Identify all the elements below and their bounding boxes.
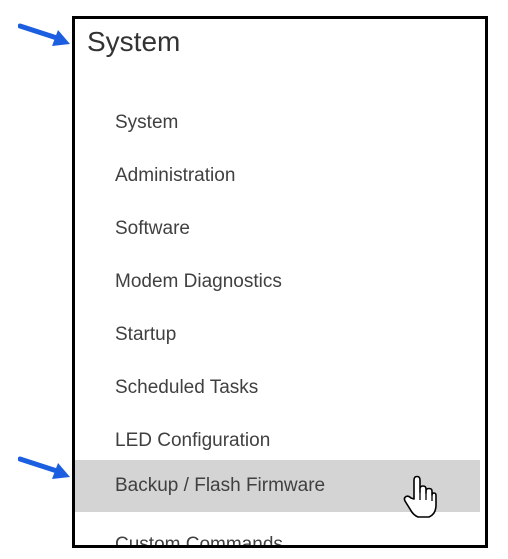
- blue-arrow-icon: [18, 23, 70, 46]
- menu-header[interactable]: System: [87, 26, 180, 58]
- stage: System System Administration Software Mo…: [0, 0, 508, 559]
- menu-item-label: Startup: [115, 324, 177, 345]
- menu-item-label: Scheduled Tasks: [115, 377, 259, 398]
- menu-item-system[interactable]: System: [75, 97, 480, 149]
- menu-item-label: Software: [115, 218, 190, 239]
- blue-arrow-icon: [18, 456, 70, 479]
- menu-item-label: System: [115, 112, 179, 133]
- menu-item-label: Modem Diagnostics: [115, 271, 282, 292]
- menu-item-modem-diagnostics[interactable]: Modem Diagnostics: [75, 256, 480, 308]
- system-menu: System System Administration Software Mo…: [72, 16, 488, 548]
- menu-item-custom-commands[interactable]: Custom Commands: [75, 519, 480, 548]
- menu-item-label: Custom Commands: [115, 534, 283, 548]
- menu-item-scheduled-tasks[interactable]: Scheduled Tasks: [75, 362, 480, 414]
- hand-pointer-icon: [403, 475, 437, 518]
- menu-item-startup[interactable]: Startup: [75, 309, 480, 361]
- menu-item-label: Backup / Flash Firmware: [115, 475, 326, 496]
- menu-item-label: Administration: [115, 165, 236, 186]
- menu-item-administration[interactable]: Administration: [75, 150, 480, 202]
- menu-item-software[interactable]: Software: [75, 203, 480, 255]
- menu-item-label: LED Configuration: [115, 430, 271, 451]
